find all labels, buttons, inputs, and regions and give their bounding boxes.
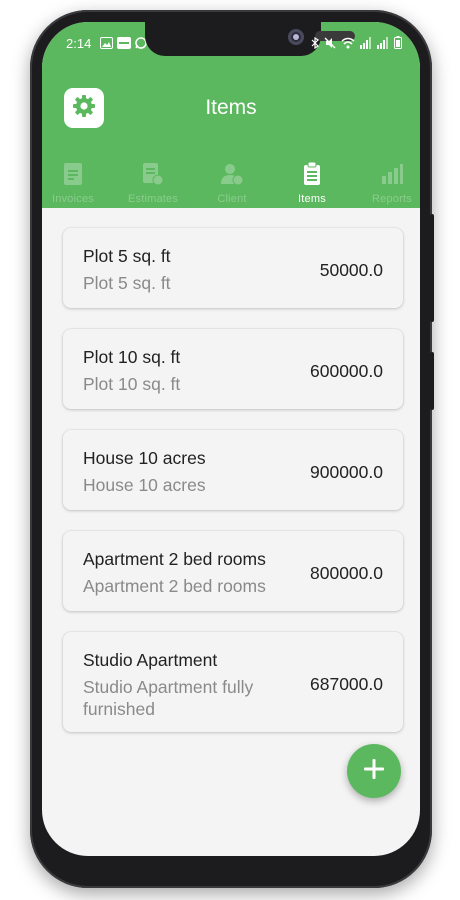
item-price: 900000.0 xyxy=(310,462,383,482)
image-icon xyxy=(100,36,113,54)
item-name: Studio Apartment xyxy=(83,650,218,670)
battery-icon xyxy=(394,36,402,54)
chart-icon xyxy=(352,162,420,191)
status-time: 2:14 xyxy=(66,36,92,51)
plus-icon xyxy=(362,757,386,786)
item-description: House 10 acres xyxy=(83,475,206,495)
status-icons-left xyxy=(100,36,147,54)
signal-icon xyxy=(377,36,389,54)
status-icons-right xyxy=(311,36,402,54)
tab-items[interactable]: Items xyxy=(272,158,352,205)
clipboard-icon xyxy=(272,161,352,191)
item-name: Plot 10 sq. ft xyxy=(83,347,181,367)
invoice-icon xyxy=(42,162,113,191)
tab-bar: Invoices Estimates Client Items Reports xyxy=(42,158,420,208)
item-name: House 10 acres xyxy=(83,448,206,468)
list-item[interactable]: Plot 10 sq. ft Plot 10 sq. ft 600000.0 xyxy=(63,329,403,409)
item-description: Plot 5 sq. ft xyxy=(83,273,171,293)
add-item-button[interactable] xyxy=(347,744,401,798)
power-button xyxy=(430,352,434,410)
item-description: Apartment 2 bed rooms xyxy=(83,576,266,596)
item-price: 600000.0 xyxy=(310,361,383,381)
client-icon xyxy=(192,162,272,191)
item-description: Studio Apartment fully furnished xyxy=(83,677,254,719)
bluetooth-icon xyxy=(311,36,319,54)
list-item[interactable]: Studio Apartment Studio Apartment fully … xyxy=(63,632,403,732)
tab-reports[interactable]: Reports xyxy=(352,158,420,205)
tab-label: Client xyxy=(217,193,247,205)
tab-label: Reports xyxy=(372,193,412,205)
tab-estimates[interactable]: Estimates xyxy=(113,158,193,205)
item-price: 50000.0 xyxy=(319,260,383,280)
tab-label: Items xyxy=(298,193,326,205)
wifi-icon xyxy=(341,36,355,54)
camera-notch xyxy=(145,22,355,56)
page-title: Items xyxy=(205,96,257,119)
list-item[interactable]: Apartment 2 bed rooms Apartment 2 bed ro… xyxy=(63,531,403,611)
estimate-icon xyxy=(113,162,193,191)
tab-client[interactable]: Client xyxy=(192,158,272,205)
item-name: Plot 5 sq. ft xyxy=(83,246,171,266)
tab-label: Invoices xyxy=(52,193,94,205)
item-price: 687000.0 xyxy=(310,674,383,694)
app-badge-icon xyxy=(117,36,131,54)
signal-icon xyxy=(360,36,372,54)
item-name: Apartment 2 bed rooms xyxy=(83,549,266,569)
app-screen: 2:14 Items Invoices Estimates Client Ite… xyxy=(42,22,420,856)
tab-invoices[interactable]: Invoices xyxy=(42,158,113,205)
list-item[interactable]: Plot 5 sq. ft Plot 5 sq. ft 50000.0 xyxy=(63,228,403,308)
item-description: Plot 10 sq. ft xyxy=(83,374,181,394)
tab-label: Estimates xyxy=(127,193,179,205)
list-item[interactable]: House 10 acres House 10 acres 900000.0 xyxy=(63,430,403,510)
volume-button xyxy=(430,214,434,322)
camera-lens xyxy=(288,29,304,45)
app-header: 2:14 Items Invoices Estimates Client Ite… xyxy=(42,22,420,208)
item-price: 800000.0 xyxy=(310,563,383,583)
mute-icon xyxy=(324,36,336,54)
